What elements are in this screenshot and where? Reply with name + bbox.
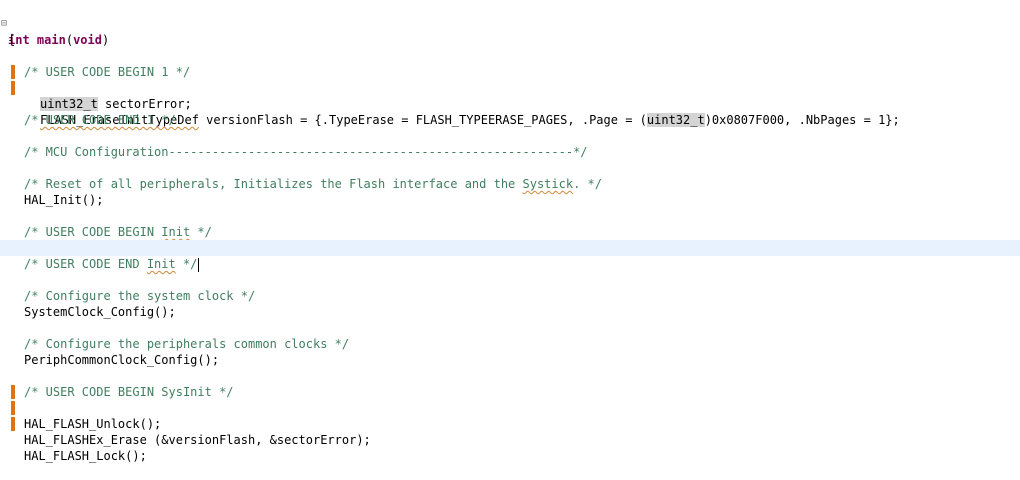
code-line-open-brace[interactable]: { (0, 16, 1020, 47)
comment-end-init-end: */ (175, 257, 198, 271)
text-caret (198, 257, 200, 272)
code-line-user-code-begin-1[interactable]: /* USER CODE BEGIN 1 */ (0, 48, 1020, 79)
code-line-flash-erase[interactable]: HAL_FLASHEx_Erase (&versionFlash, &secto… (0, 400, 1020, 447)
paren-close: ) (101, 33, 110, 47)
call-flash-lock: HAL_FLASH_Lock(); (24, 449, 147, 463)
call-system-clock-config: SystemClock_Config(); (24, 305, 176, 319)
open-brace: { (8, 33, 16, 47)
code-line-system-clock[interactable]: SystemClock_Config(); (0, 288, 1020, 319)
code-line-hal-init[interactable]: HAL_Init(); (0, 176, 1020, 207)
change-marker (11, 65, 15, 79)
code-line-version-flash[interactable]: FLASH_EraseInitTypeDef versionFlash = {.… (0, 80, 1020, 127)
comment-mcu-configuration: /* MCU Configuration--------------------… (24, 145, 588, 159)
decl-version-flash: versionFlash = {.TypeErase = FLASH_TYPEE… (198, 113, 647, 127)
code-editor[interactable]: ⊟ int main(void) { /* USER CODE BEGIN 1 … (0, 0, 1020, 463)
code-line-user-code-begin-sysinit[interactable]: /* USER CODE BEGIN SysInit */ (0, 368, 1020, 399)
call-periph-clock-config: PeriphCommonClock_Config(); (24, 353, 220, 367)
spell-init: Init (161, 225, 191, 239)
comment-begin-init: /* USER CODE BEGIN (24, 225, 162, 239)
code-line-signature[interactable]: ⊟ int main(void) (0, 0, 1020, 47)
comment-user-code-end-1: /* USER CODE END 1 */ (24, 113, 176, 127)
code-line-clock-comment[interactable]: /* Configure the system clock */ (0, 272, 1020, 303)
code-line-periph-comment[interactable]: /* Configure the peripherals common cloc… (0, 320, 1020, 351)
code-line-flash-lock[interactable]: HAL_FLASH_Lock(); (0, 416, 1020, 463)
spell-init: Init (146, 257, 176, 271)
keyword-void: void (73, 33, 102, 47)
code-line-reset-comment[interactable]: /* Reset of all peripherals, Initializes… (0, 160, 1020, 191)
comment-end-init: /* USER CODE END (24, 257, 147, 271)
code-line-sector-error[interactable]: uint32_t sectorError; (0, 64, 1020, 111)
call-flash-erase: HAL_FLASHEx_Erase (&versionFlash, &secto… (24, 433, 371, 447)
code-line-mcu-config[interactable]: /* MCU Configuration--------------------… (0, 128, 1020, 159)
code-line-flash-unlock[interactable]: HAL_FLASH_Unlock(); (0, 384, 1020, 431)
code-line-user-code-end-init[interactable]: /* USER CODE END Init */ (0, 240, 1020, 272)
code-line-user-code-end-1[interactable]: /* USER CODE END 1 */ (0, 96, 1020, 127)
code-line-user-code-begin-init[interactable]: /* USER CODE BEGIN Init */ (0, 208, 1020, 239)
code-line-periph-clock[interactable]: PeriphCommonClock_Config(); (0, 336, 1020, 367)
change-marker (11, 81, 15, 95)
cast-uint32: uint32_t (646, 113, 705, 127)
change-marker (11, 417, 15, 431)
comment-begin-init-end: */ (190, 225, 212, 239)
paren-open: ( (65, 33, 74, 47)
change-marker (11, 401, 15, 415)
call-hal-init: HAL_Init(); (24, 193, 104, 207)
function-name: main (36, 33, 66, 47)
change-marker (11, 385, 15, 399)
decl-version-flash-end: )0x0807F000, .NbPages = 1}; (704, 113, 900, 127)
